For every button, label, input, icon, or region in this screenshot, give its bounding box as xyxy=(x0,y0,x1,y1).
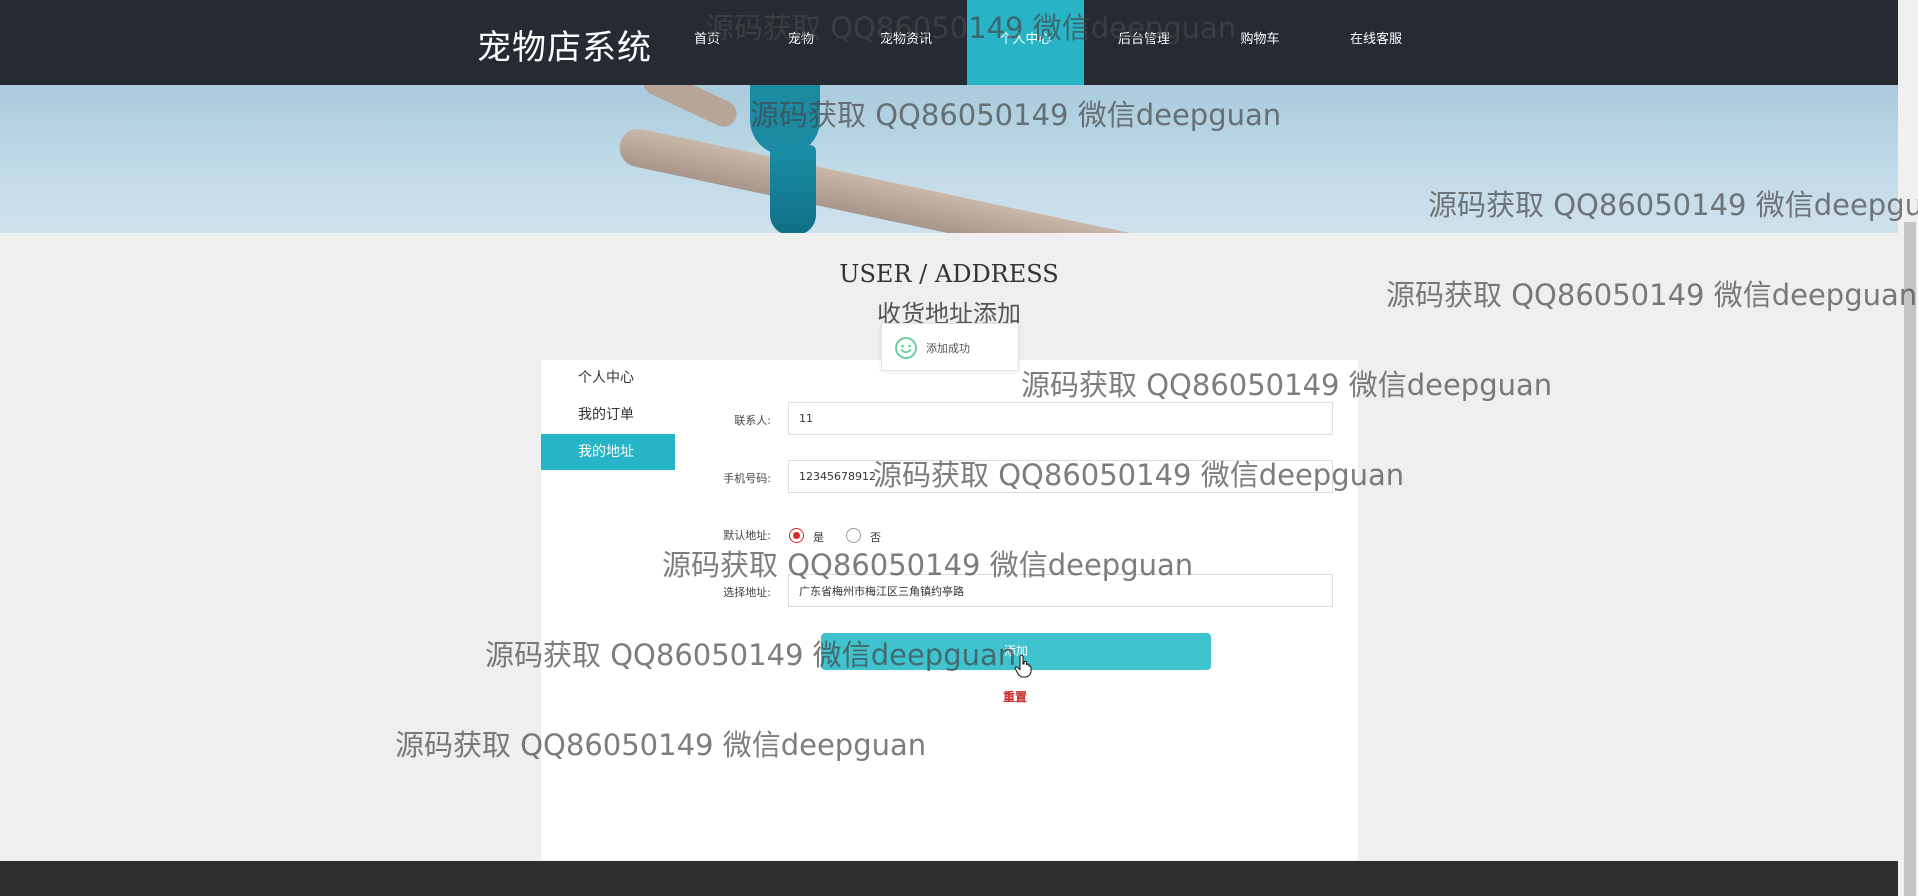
banner-branch xyxy=(639,85,741,131)
brand-title[interactable]: 宠物店系统 xyxy=(477,20,652,69)
default-no-radio[interactable] xyxy=(846,528,861,543)
top-nav: 宠物店系统 首页 宠物 宠物资讯 个人中心 后台管理 购物车 在线客服 xyxy=(0,0,1898,85)
contact-input[interactable] xyxy=(788,402,1333,435)
nav-item-cart[interactable]: 购物车 xyxy=(1230,0,1290,85)
footer xyxy=(0,861,1898,896)
nav-item-home[interactable]: 首页 xyxy=(681,0,733,85)
phone-label: 手机号码: xyxy=(723,472,771,485)
toast-message: 添加成功 xyxy=(926,342,970,355)
nav-item-admin[interactable]: 后台管理 xyxy=(1108,0,1180,85)
phone-input[interactable] xyxy=(788,460,1333,493)
contact-label: 联系人: xyxy=(734,414,771,427)
success-toast: 添加成功 xyxy=(881,323,1019,371)
nav-item-pet-news[interactable]: 宠物资讯 xyxy=(870,0,942,85)
banner-branch-main xyxy=(616,125,1172,233)
default-yes-label: 是 xyxy=(813,531,824,544)
banner-image xyxy=(0,85,1898,233)
smile-icon xyxy=(895,337,917,359)
address-input[interactable] xyxy=(788,574,1333,607)
nav-item-online-service[interactable]: 在线客服 xyxy=(1340,0,1412,85)
nav-item-personal-center[interactable]: 个人中心 xyxy=(967,0,1084,85)
default-address-label: 默认地址: xyxy=(723,529,771,542)
hand-cursor-icon xyxy=(1014,654,1032,678)
default-yes-radio[interactable] xyxy=(789,528,804,543)
address-label: 选择地址: xyxy=(723,586,771,599)
banner-bird-tail xyxy=(770,145,816,233)
page-heading-en: USER / ADDRESS xyxy=(839,260,1059,288)
default-no-label: 否 xyxy=(870,531,881,544)
sidebar-item-my-address[interactable]: 我的地址 xyxy=(541,434,675,470)
sidebar-item-personal-center[interactable]: 个人中心 xyxy=(541,360,675,396)
scrollbar-thumb[interactable] xyxy=(1904,222,1916,896)
reset-button[interactable]: 重置 xyxy=(990,688,1040,705)
nav-item-pets[interactable]: 宠物 xyxy=(775,0,827,85)
